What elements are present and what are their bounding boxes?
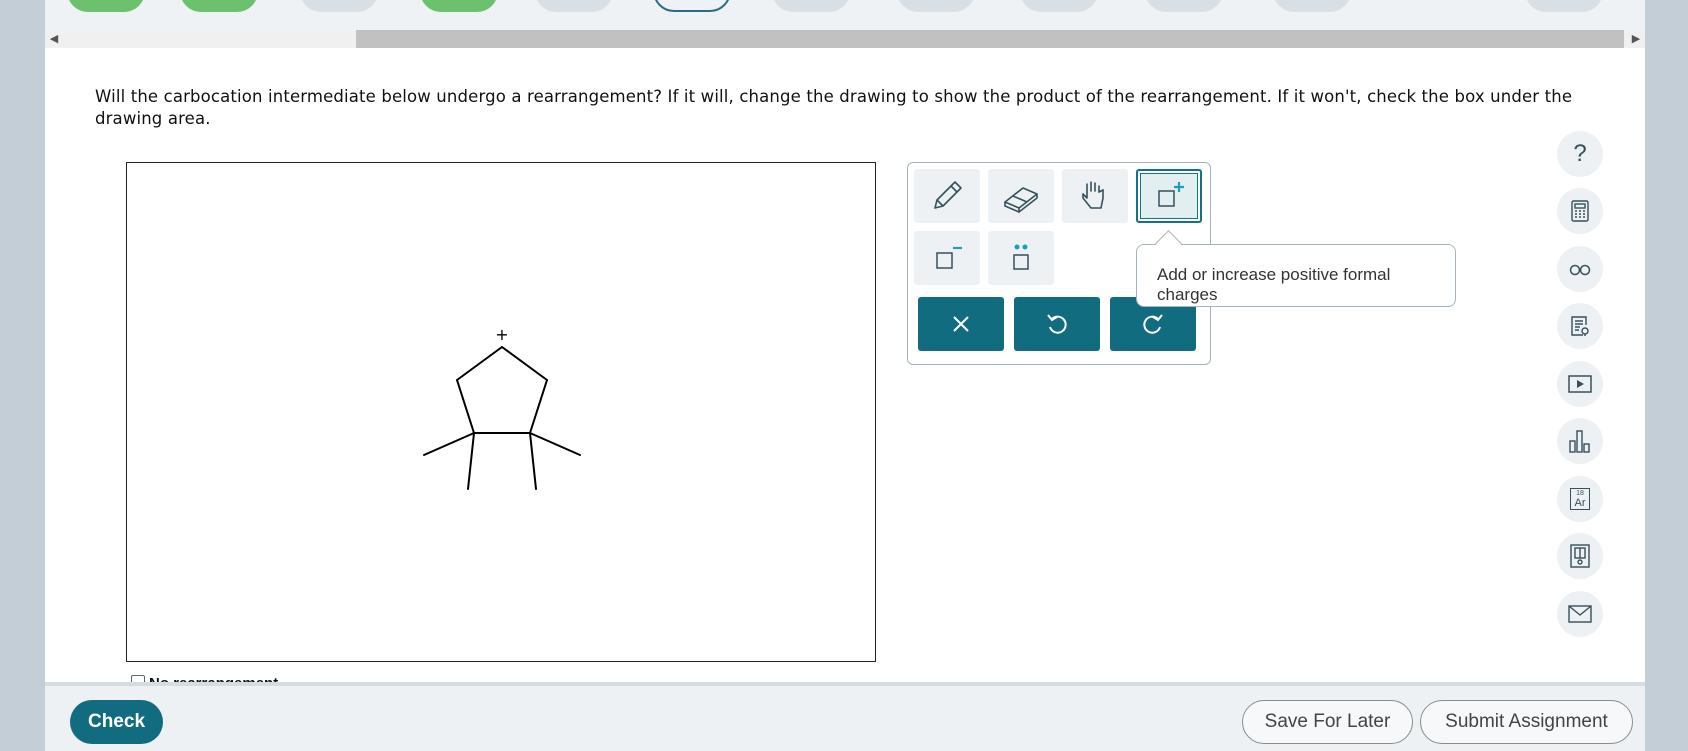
- question-pill[interactable]: [535, 0, 613, 12]
- help-icon: ?: [1573, 140, 1587, 167]
- assignment-frame: ◀ ▶ Will the carbocation intermediate be…: [45, 0, 1645, 751]
- positive-charge-label[interactable]: +: [495, 325, 508, 344]
- scroll-right-icon[interactable]: ▶: [1627, 30, 1645, 48]
- bond[interactable]: [456, 346, 503, 381]
- methyl-bond[interactable]: [529, 432, 581, 456]
- question-pill[interactable]: [1145, 0, 1223, 12]
- video-button[interactable]: [1557, 361, 1603, 407]
- question-pill[interactable]: [1273, 0, 1351, 12]
- tool-tooltip: Add or increase positive formal charges: [1136, 230, 1456, 307]
- clear-icon: [953, 316, 969, 332]
- bond[interactable]: [529, 379, 548, 434]
- negative-charge-icon: [936, 246, 962, 269]
- eraser-tool-button[interactable]: [988, 169, 1054, 223]
- lone-pair-icon: [1013, 244, 1029, 270]
- chart-icon: [1569, 430, 1590, 453]
- question-pill-current[interactable]: [653, 0, 731, 12]
- help-button[interactable]: ?: [1557, 131, 1603, 177]
- question-pill[interactable]: [772, 0, 850, 12]
- performance-button[interactable]: [1557, 418, 1603, 464]
- undo-icon: [1047, 314, 1067, 334]
- methyl-bond[interactable]: [423, 432, 475, 456]
- scrollbar-thumb[interactable]: [356, 30, 1624, 48]
- periodic-table-button[interactable]: 18 Ar: [1557, 476, 1603, 522]
- calculator-icon: [1571, 200, 1589, 222]
- molecule-drawing[interactable]: +: [127, 163, 875, 661]
- check-button[interactable]: Check: [70, 700, 163, 744]
- calculator-button[interactable]: [1557, 188, 1603, 234]
- question-pill[interactable]: [67, 0, 145, 12]
- question-pill[interactable]: [180, 0, 258, 12]
- glasses-button[interactable]: [1557, 246, 1603, 292]
- question-pill[interactable]: [300, 0, 378, 12]
- question-pill[interactable]: [1020, 0, 1098, 12]
- positive-charge-icon: [1158, 182, 1184, 207]
- pencil-icon: [934, 181, 962, 209]
- eraser-icon: [1004, 187, 1038, 213]
- question-pill[interactable]: [420, 0, 498, 12]
- reference-icon: [1571, 316, 1589, 336]
- tooltip-text: Add or increase positive formal charges: [1157, 265, 1391, 304]
- glasses-icon: [1569, 264, 1591, 276]
- save-for-later-button[interactable]: Save For Later: [1242, 700, 1413, 744]
- bond[interactable]: [456, 379, 475, 434]
- video-icon: [1568, 375, 1592, 393]
- question-pill[interactable]: [897, 0, 975, 12]
- mail-button[interactable]: [1557, 591, 1603, 637]
- hand-icon: [1082, 181, 1104, 209]
- lone-pair-tool-button[interactable]: [988, 231, 1054, 285]
- footer-bar: Check Save For Later Submit Assignment: [45, 682, 1645, 751]
- question-pill[interactable]: [1525, 0, 1603, 12]
- negative-charge-tool-button[interactable]: [914, 231, 980, 285]
- question-progress-bar: [45, 0, 1645, 30]
- clear-button[interactable]: [918, 297, 1004, 351]
- ebook-icon: [1570, 544, 1590, 568]
- undo-button[interactable]: [1014, 297, 1100, 351]
- bond[interactable]: [501, 346, 548, 381]
- hand-tool-button[interactable]: [1062, 169, 1128, 223]
- question-text: Will the carbocation intermediate below …: [95, 87, 1573, 128]
- pencil-tool-button[interactable]: [914, 169, 980, 223]
- methyl-bond[interactable]: [529, 432, 537, 490]
- methyl-bond[interactable]: [467, 432, 475, 490]
- ebook-button[interactable]: [1557, 533, 1603, 579]
- submit-assignment-button[interactable]: Submit Assignment: [1420, 700, 1633, 744]
- scroll-left-icon[interactable]: ◀: [45, 30, 63, 48]
- positive-charge-tool-button[interactable]: [1136, 169, 1202, 223]
- periodic-table-icon: 18 Ar: [1570, 488, 1590, 510]
- reference-button[interactable]: [1557, 303, 1603, 349]
- redo-icon: [1143, 314, 1163, 334]
- horizontal-scrollbar[interactable]: ◀ ▶: [45, 30, 1645, 48]
- mail-icon: [1568, 605, 1592, 623]
- drawing-area[interactable]: +: [126, 162, 876, 662]
